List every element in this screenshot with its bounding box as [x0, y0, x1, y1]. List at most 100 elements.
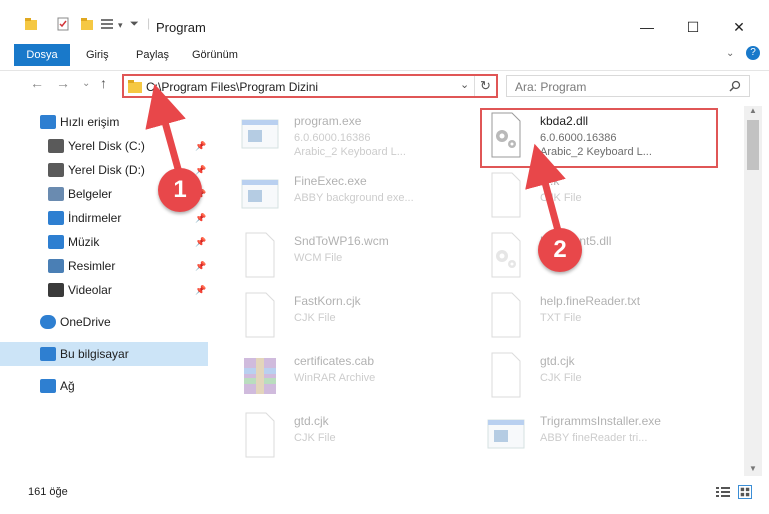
music-icon — [48, 235, 64, 249]
file-item[interactable]: FineExec.exe ABBY background exe... — [238, 168, 478, 224]
scrollbar[interactable]: ▲ ▼ — [744, 106, 762, 476]
address-dropdown-icon[interactable]: ⌄ — [460, 78, 469, 91]
minimize-button[interactable]: — — [624, 14, 670, 40]
file-detail: 6.0.6000.16386 — [294, 132, 371, 144]
documents-icon — [48, 187, 64, 201]
item-count: 161 öğe — [28, 486, 68, 498]
address-row: ← → ⌄ ↑ C:\Program Files\Program Dizini … — [0, 70, 769, 100]
tab-paylas[interactable]: Paylaş — [136, 44, 169, 66]
chevron-down-icon[interactable]: ▾ — [118, 20, 123, 31]
file-name: program.exe — [294, 114, 362, 128]
file-item[interactable]: TrigrammsInstaller.exe ABBY fineReader tr… — [484, 408, 724, 464]
forward-arrow-icon[interactable]: → — [56, 75, 70, 91]
exe-icon — [238, 110, 282, 160]
file-icon — [238, 290, 282, 340]
tab-giris[interactable]: Giriş — [86, 44, 109, 66]
tiles-view-icon[interactable] — [738, 485, 752, 499]
file-item[interactable]: FastKorn.cjk CJK File — [238, 288, 478, 344]
file-detail: WCM File — [294, 252, 343, 264]
file-name: ....k — [540, 174, 560, 188]
sidebar-item[interactable]: Ağ — [0, 374, 208, 398]
sidebar-item[interactable]: Videolar 📌 — [0, 278, 208, 302]
file-list: program.exe 6.0.6000.16386 Arabic_2 Keyboa… — [214, 106, 744, 476]
sidebar-item[interactable]: OneDrive — [0, 310, 208, 334]
file-detail: CJK File — [540, 192, 582, 204]
star-icon — [40, 115, 56, 129]
file-detail: CJK File — [294, 312, 336, 324]
file-item[interactable]: certificates.cab WinRAR Archive — [238, 348, 478, 404]
file-detail: CJK File — [294, 432, 336, 444]
dll-icon — [484, 230, 528, 280]
network-icon — [40, 379, 56, 393]
tab-gorunum[interactable]: Görünüm — [192, 44, 238, 66]
sidebar-item[interactable]: Müzik 📌 — [0, 230, 208, 254]
new-folder-icon[interactable] — [80, 17, 94, 31]
address-bar[interactable]: C:\Program Files\Program Dizini ⌄ ↻ — [122, 74, 498, 98]
refresh-icon[interactable]: ↻ — [480, 78, 491, 94]
title-divider: | — [147, 16, 151, 30]
scroll-up-icon[interactable]: ▲ — [749, 106, 757, 115]
sidebar-item-label: Videolar — [68, 283, 112, 297]
step-badge-2: 2 — [538, 228, 582, 272]
scroll-thumb[interactable] — [747, 120, 759, 170]
sidebar-item[interactable]: Yerel Disk (C:) 📌 — [0, 134, 208, 158]
ribbon-expand-icon[interactable]: ⌄ — [726, 48, 734, 59]
file-icon — [484, 170, 528, 220]
file-name: FineExec.exe — [294, 174, 367, 188]
minimize-icon: — — [640, 19, 654, 35]
file-item[interactable]: program.exe 6.0.6000.16386 Arabic_2 Keyboa… — [238, 108, 478, 164]
file-name: gtd.cjk — [540, 354, 575, 368]
tab-dosya[interactable]: Dosya — [14, 44, 70, 66]
drive-icon — [48, 139, 64, 153]
file-icon — [484, 350, 528, 400]
file-item[interactable]: SndToWP16.wcm WCM File — [238, 228, 478, 284]
file-item[interactable]: help.fineReader.txt TXT File — [484, 288, 724, 344]
pin-icon[interactable]: 📌 — [195, 206, 206, 230]
sidebar-item-label: Müzik — [68, 235, 100, 249]
help-icon[interactable]: ? — [746, 46, 760, 60]
pictures-icon — [48, 259, 64, 273]
file-description: Arabic_2 Keyboard L... — [294, 146, 406, 158]
file-name: SndToWP16.wcm — [294, 234, 389, 248]
sidebar-item[interactable]: Hızlı erişim — [0, 110, 208, 134]
sidebar-item-label: Yerel Disk (C:) — [68, 139, 145, 153]
close-icon: ✕ — [733, 18, 745, 35]
sidebar-item-label: Bu bilgisayar — [60, 347, 129, 361]
sidebar-item-label: Belgeler — [68, 187, 113, 201]
file-detail: TXT File — [540, 312, 582, 324]
file-detail: ABBY background exe... — [294, 192, 414, 204]
back-arrow-icon[interactable]: ← — [30, 75, 44, 91]
pin-icon[interactable]: 📌 — [195, 230, 206, 254]
view-options-icon[interactable] — [100, 17, 114, 31]
exe-icon — [484, 410, 528, 460]
search-icon[interactable] — [729, 80, 741, 92]
step-badge-1: 1 — [158, 168, 202, 212]
customize-toolbar-icon[interactable]: ⏷ — [130, 18, 139, 31]
scroll-down-icon[interactable]: ▼ — [749, 464, 757, 473]
close-button[interactable]: ✕ — [716, 14, 762, 40]
folder-icon[interactable] — [24, 17, 38, 31]
sidebar-item-label: İndirmeler — [68, 211, 122, 225]
ribbon-tabs: Dosya Giriş Paylaş Görünüm ⌄ ? — [0, 44, 769, 66]
file-item[interactable]: U...Client5.dll...n DLL — [484, 228, 724, 284]
file-name: help.fineReader.txt — [540, 294, 641, 308]
sidebar-item-label: OneDrive — [60, 315, 111, 329]
recent-locations-icon[interactable]: ⌄ — [82, 78, 90, 89]
pin-icon[interactable]: 📌 — [195, 134, 206, 158]
status-bar: 161 öğe — [0, 478, 769, 508]
properties-icon[interactable] — [56, 17, 70, 31]
maximize-button[interactable]: ☐ — [670, 14, 716, 40]
file-item[interactable]: ....k CJK File — [484, 168, 724, 224]
sidebar-item[interactable]: Resimler 📌 — [0, 254, 208, 278]
sidebar-item[interactable]: Bu bilgisayar — [0, 342, 208, 366]
up-arrow-icon[interactable]: ↑ — [100, 75, 107, 91]
file-detail: ABBY fineReader tri... — [540, 432, 648, 444]
pin-icon[interactable]: 📌 — [195, 254, 206, 278]
search-input[interactable]: Ara: Program — [506, 75, 750, 97]
file-item[interactable]: gtd.cjk CJK File — [484, 348, 724, 404]
file-item[interactable]: gtd.cjk CJK File — [238, 408, 478, 464]
pin-icon[interactable]: 📌 — [195, 278, 206, 302]
details-view-icon[interactable] — [716, 486, 730, 498]
address-path: C:\Program Files\Program Dizini — [146, 80, 319, 94]
sidebar-item-label: Ağ — [60, 379, 75, 393]
